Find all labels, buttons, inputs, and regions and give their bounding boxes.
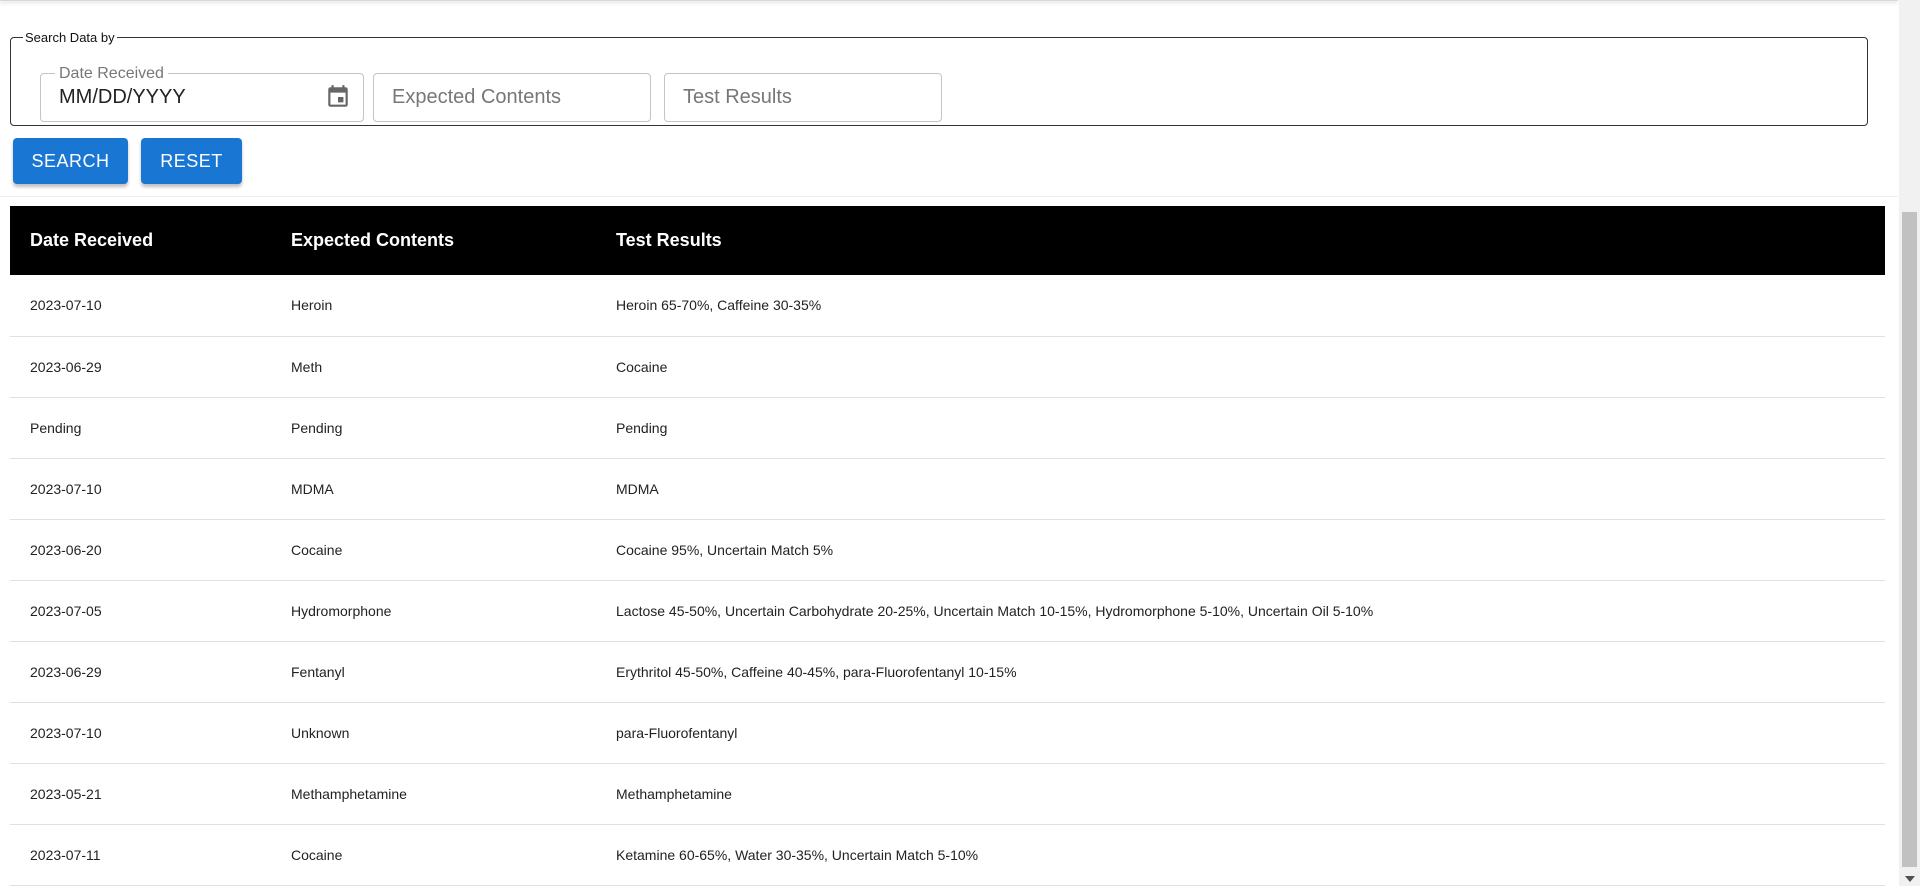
calendar-icon[interactable]: [325, 84, 351, 110]
cell-expected: Meth: [291, 358, 323, 375]
cell-expected: MDMA: [291, 480, 334, 497]
cell-results: Pending: [616, 419, 668, 436]
test-results-input[interactable]: [665, 74, 941, 121]
cell-results: Ketamine 60-65%, Water 30-35%, Uncertain…: [616, 846, 979, 863]
cell-date: 2023-07-11: [30, 846, 101, 863]
cell-results: Cocaine: [616, 358, 668, 375]
cell-expected: Pending: [291, 419, 343, 436]
cell-expected: Heroin: [291, 297, 333, 314]
header-expected-contents[interactable]: Expected Contents: [271, 206, 596, 275]
header-test-results[interactable]: Test Results: [596, 206, 1885, 275]
table-row[interactable]: 2023-06-29 Meth Cocaine: [10, 336, 1885, 397]
search-filter-box: Search Data by Date Received MM/DD/YYYY: [10, 30, 1868, 126]
cell-date: 2023-07-10: [30, 724, 102, 741]
cell-results: Erythritol 45-50%, Caffeine 40-45%, para…: [616, 663, 1017, 680]
search-button[interactable]: SEARCH: [13, 138, 128, 184]
cell-date: 2023-06-20: [30, 541, 102, 558]
cell-expected: Fentanyl: [291, 663, 345, 680]
scrollbar-thumb[interactable]: [1902, 212, 1917, 867]
table-row[interactable]: 2023-07-10 Unknown para-Fluorofentanyl: [10, 702, 1885, 763]
cell-expected: Unknown: [291, 724, 350, 741]
table-header-row: Date Received Expected Contents Test Res…: [10, 206, 1885, 275]
cell-date: 2023-06-29: [30, 663, 102, 680]
cell-results: MDMA: [616, 480, 659, 497]
cell-date: Pending: [30, 419, 82, 436]
table-row[interactable]: 2023-07-05 Hydromorphone Lactose 45-50%,…: [10, 580, 1885, 641]
cell-results: para-Fluorofentanyl: [616, 724, 738, 741]
section-divider: [0, 196, 1898, 197]
table-row[interactable]: 2023-07-11 Cocaine Ketamine 60-65%, Wate…: [10, 824, 1885, 885]
cell-expected: Cocaine: [291, 846, 343, 863]
cell-results: Cocaine 95%, Uncertain Match 5%: [616, 541, 834, 558]
date-received-label: Date Received: [55, 65, 168, 83]
table-row[interactable]: 2023-07-10 MDMA MDMA: [10, 458, 1885, 519]
reset-button[interactable]: RESET: [141, 138, 242, 184]
cell-expected: Hydromorphone: [291, 602, 392, 619]
date-received-field[interactable]: Date Received MM/DD/YYYY: [40, 65, 364, 122]
test-results-field[interactable]: [664, 73, 942, 122]
cell-date: 2023-05-21: [30, 785, 102, 802]
cell-results: Methamphetamine: [616, 785, 732, 802]
cell-results: Heroin 65-70%, Caffeine 30-35%: [616, 297, 822, 314]
date-received-input[interactable]: MM/DD/YYYY: [59, 86, 186, 109]
cell-expected: Cocaine: [291, 541, 343, 558]
cell-date: 2023-07-10: [30, 480, 102, 497]
scroll-down-arrow-icon[interactable]: [1905, 876, 1915, 882]
header-date-received[interactable]: Date Received: [10, 206, 271, 275]
cell-date: 2023-07-10: [30, 297, 102, 314]
cell-expected: Methamphetamine: [291, 785, 407, 802]
table-row[interactable]: 2023-06-20 Cocaine Cocaine 95%, Uncertai…: [10, 519, 1885, 580]
top-app-bar-edge: [0, 0, 1898, 1]
cell-results: Lactose 45-50%, Uncertain Carbohydrate 2…: [616, 602, 1374, 619]
table-row[interactable]: 2023-06-29 Fentanyl Erythritol 45-50%, C…: [10, 641, 1885, 702]
table-row[interactable]: 2023-07-10 Heroin Heroin 65-70%, Caffein…: [10, 275, 1885, 336]
expected-contents-field[interactable]: [373, 73, 651, 122]
results-table: Date Received Expected Contents Test Res…: [10, 206, 1885, 886]
search-legend: Search Data by: [25, 30, 115, 45]
cell-date: 2023-07-05: [30, 602, 102, 619]
cell-date: 2023-06-29: [30, 358, 102, 375]
expected-contents-input[interactable]: [374, 74, 650, 121]
table-row[interactable]: Pending Pending Pending: [10, 397, 1885, 458]
table-row[interactable]: 2023-05-21 Methamphetamine Methamphetami…: [10, 763, 1885, 824]
vertical-scrollbar[interactable]: [1899, 0, 1920, 886]
